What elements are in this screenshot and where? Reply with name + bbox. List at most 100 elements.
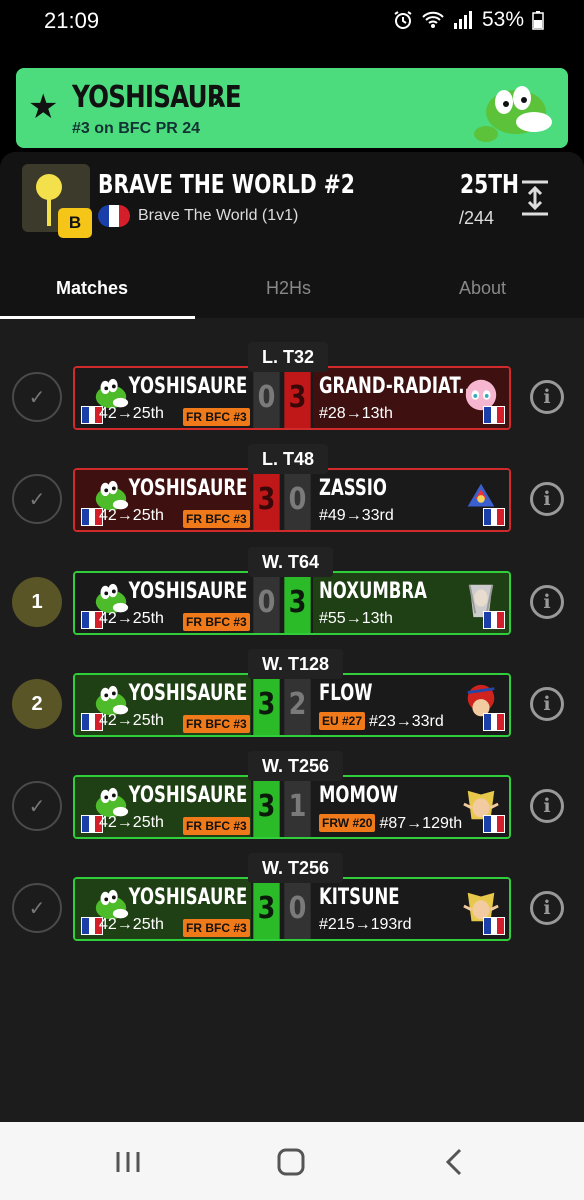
seed-placement: 42→25th — [99, 814, 164, 831]
chevron-right-icon: › — [212, 82, 222, 113]
france-flag-icon — [483, 508, 505, 526]
match-card[interactable]: YOSHISAURE 42→25th FR BFC #3 3 1 MOMOW F… — [73, 775, 511, 839]
match-row[interactable]: ✓ YOSHISAURE 42→25th FR BFC #3 3 0 ZASSI… — [0, 444, 584, 534]
match-number-badge[interactable]: 1 — [12, 577, 62, 627]
home-icon[interactable] — [271, 1142, 311, 1182]
round-label: W. T128 — [248, 649, 344, 679]
player-tag: FR BFC #3 — [183, 408, 250, 426]
event-name: Brave The World (1v1) — [138, 207, 299, 224]
right-player: KITSUNE #215→193rd — [313, 879, 509, 939]
battery-percent: 53% — [481, 8, 524, 31]
france-flag-icon — [98, 205, 130, 227]
status-time: 21:09 — [44, 8, 100, 33]
player-name: YOSHISAURE — [128, 579, 247, 604]
check-icon[interactable]: ✓ — [12, 883, 62, 933]
check-icon[interactable]: ✓ — [12, 474, 62, 524]
match-row[interactable]: ✓ YOSHISAURE 42→25th FR BFC #3 3 0 KITSU… — [0, 853, 584, 943]
player-tag: EU #27 — [319, 712, 366, 730]
right-player: ZASSIO #49→33rd — [313, 470, 509, 530]
match-row[interactable]: 2 YOSHISAURE 42→25th FR BFC #3 3 2 FLOW … — [0, 649, 584, 739]
player-name: YOSHISAURE — [128, 783, 247, 808]
player-tag: FR BFC #3 — [183, 715, 250, 733]
info-icon[interactable]: i — [530, 687, 564, 721]
match-row[interactable]: ✓ YOSHISAURE 42→25th FR BFC #3 3 1 MOMOW… — [0, 751, 584, 841]
seed-placement: 42→25th — [99, 405, 164, 422]
placement: 25TH — [460, 170, 520, 200]
match-card[interactable]: YOSHISAURE 42→25th FR BFC #3 3 0 ZASSIO … — [73, 468, 511, 532]
right-player: GRAND-RADIAT... #28→13th — [313, 368, 509, 428]
match-card[interactable]: YOSHISAURE 42→25th FR BFC #3 0 3 GRAND-R… — [73, 366, 511, 430]
seed-placement: #215→193rd — [319, 916, 412, 933]
seed-placement: 42→25th — [99, 712, 164, 729]
match-card[interactable]: YOSHISAURE 42→25th FR BFC #3 0 3 NOXUMBR… — [73, 571, 511, 635]
france-flag-icon — [483, 917, 505, 935]
seed-placement: #23→33rd — [369, 713, 444, 730]
player-tag: FRW #20 — [319, 814, 376, 832]
tab-matches[interactable]: Matches — [56, 278, 128, 299]
check-icon[interactable]: ✓ — [12, 372, 62, 422]
left-score: 0 — [253, 573, 280, 633]
right-score: 1 — [284, 777, 311, 837]
left-player: YOSHISAURE 42→25th FR BFC #3 — [75, 573, 251, 633]
right-score: 3 — [284, 368, 311, 428]
right-score: 0 — [284, 470, 311, 530]
round-label: W. T64 — [248, 547, 334, 577]
player-name: YOSHISAURE — [128, 374, 247, 399]
france-flag-icon — [483, 713, 505, 731]
info-icon[interactable]: i — [530, 789, 564, 823]
info-icon[interactable]: i — [530, 891, 564, 925]
signal-icon — [453, 11, 472, 29]
expand-icon[interactable] — [520, 180, 550, 216]
info-icon[interactable]: i — [530, 585, 564, 619]
left-player: YOSHISAURE 42→25th FR BFC #3 — [75, 777, 251, 837]
left-player: YOSHISAURE 42→25th FR BFC #3 — [75, 368, 251, 428]
seed-placement: 42→25th — [99, 916, 164, 933]
player-name: NOXUMBRA — [319, 579, 427, 604]
active-tab-indicator — [0, 316, 195, 319]
round-label: W. T256 — [248, 853, 344, 883]
seed-placement: #87→129th — [379, 815, 463, 832]
battery-icon — [532, 11, 544, 30]
star-icon[interactable]: ★ — [28, 90, 58, 124]
tournament-header: B BRAVE THE WORLD #2 Brave The World (1v… — [0, 152, 584, 319]
player-tag: FR BFC #3 — [183, 919, 250, 937]
info-icon[interactable]: i — [530, 380, 564, 414]
right-player: MOMOW FRW #20 #87→129th — [313, 777, 509, 837]
match-number-badge[interactable]: 2 — [12, 679, 62, 729]
wifi-icon — [422, 11, 444, 28]
seed-placement: #55→13th — [319, 610, 393, 627]
tab-about[interactable]: About — [459, 278, 506, 299]
player-banner[interactable]: ★ YOSHISAURE › #3 on BFC PR 24 — [16, 68, 568, 148]
right-player: NOXUMBRA #55→13th — [313, 573, 509, 633]
match-card[interactable]: YOSHISAURE 42→25th FR BFC #3 3 2 FLOW EU… — [73, 673, 511, 737]
left-player: YOSHISAURE 42→25th FR BFC #3 — [75, 675, 251, 735]
player-tag: FR BFC #3 — [183, 510, 250, 528]
left-player: YOSHISAURE 42→25th FR BFC #3 — [75, 879, 251, 939]
check-icon[interactable]: ✓ — [12, 781, 62, 831]
player-name: GRAND-RADIAT... — [319, 374, 478, 399]
left-player: YOSHISAURE 42→25th FR BFC #3 — [75, 470, 251, 530]
alarm-icon — [394, 11, 412, 29]
left-score: 3 — [253, 777, 280, 837]
right-score: 2 — [284, 675, 311, 735]
seed-placement: #28→13th — [319, 405, 393, 422]
match-card[interactable]: YOSHISAURE 42→25th FR BFC #3 3 0 KITSUNE… — [73, 877, 511, 941]
status-bar: 21:09 53% — [0, 0, 584, 44]
tab-h2hs[interactable]: H2Hs — [266, 278, 311, 299]
round-label: W. T256 — [248, 751, 344, 781]
entrants-count: /244 — [459, 208, 495, 228]
left-score: 3 — [253, 675, 280, 735]
player-tag: FR BFC #3 — [183, 817, 250, 835]
match-row[interactable]: ✓ YOSHISAURE 42→25th FR BFC #3 0 3 GRAND… — [0, 342, 584, 432]
player-name: KITSUNE — [319, 885, 400, 910]
right-player: FLOW EU #27 #23→33rd — [313, 675, 509, 735]
seed-placement: 42→25th — [99, 610, 164, 627]
match-row[interactable]: 1 YOSHISAURE 42→25th FR BFC #3 0 3 NOXUM… — [0, 547, 584, 637]
player-name: FLOW — [319, 681, 373, 706]
right-score: 0 — [284, 879, 311, 939]
recent-apps-icon[interactable] — [108, 1142, 148, 1182]
system-nav-bar — [0, 1122, 584, 1200]
info-icon[interactable]: i — [530, 482, 564, 516]
back-icon[interactable] — [436, 1142, 476, 1182]
seed-placement: 42→25th — [99, 507, 164, 524]
